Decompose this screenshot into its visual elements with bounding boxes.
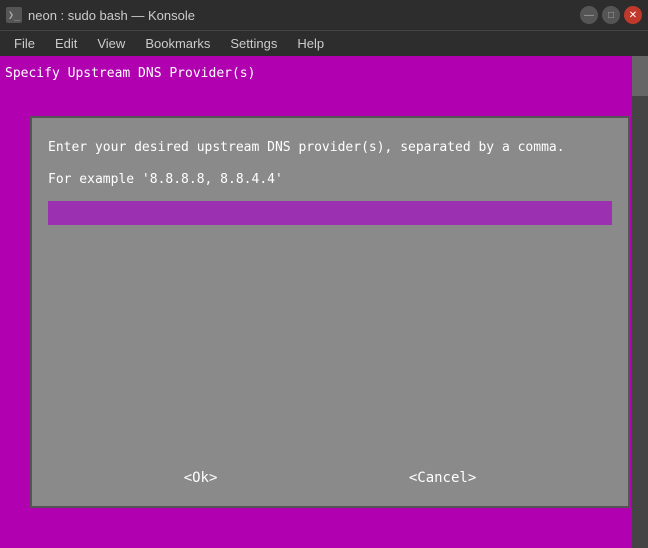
window-title: neon : sudo bash — Konsole: [28, 8, 195, 23]
title-bar-left: ❯_ neon : sudo bash — Konsole: [6, 7, 195, 23]
menu-view[interactable]: View: [87, 34, 135, 53]
title-bar: ❯_ neon : sudo bash — Konsole — □ ✕: [0, 0, 648, 30]
app-icon: ❯_: [6, 7, 22, 23]
dialog-input-wrapper: [48, 201, 612, 225]
terminal-area: Specify Upstream DNS Provider(s) Enter y…: [0, 56, 648, 548]
dns-input[interactable]: [48, 201, 612, 225]
menu-bar: File Edit View Bookmarks Settings Help: [0, 30, 648, 56]
menu-settings[interactable]: Settings: [220, 34, 287, 53]
window-controls: — □ ✕: [580, 6, 642, 24]
menu-help[interactable]: Help: [287, 34, 334, 53]
cancel-button[interactable]: <Cancel>: [397, 466, 488, 490]
main-window: ❯_ neon : sudo bash — Konsole — □ ✕ File…: [0, 0, 648, 548]
dialog-text-line1: Enter your desired upstream DNS provider…: [48, 138, 612, 158]
scrollbar-thumb[interactable]: [632, 56, 648, 96]
minimize-button[interactable]: —: [580, 6, 598, 24]
dialog-buttons: <Ok> <Cancel>: [48, 466, 612, 490]
menu-file[interactable]: File: [4, 34, 45, 53]
maximize-button[interactable]: □: [602, 6, 620, 24]
dialog-spacer: [48, 241, 612, 466]
dialog-box: Enter your desired upstream DNS provider…: [30, 116, 630, 508]
menu-edit[interactable]: Edit: [45, 34, 87, 53]
close-button[interactable]: ✕: [624, 6, 642, 24]
terminal-line-1: Specify Upstream DNS Provider(s): [5, 66, 255, 81]
menu-bookmarks[interactable]: Bookmarks: [135, 34, 220, 53]
ok-button[interactable]: <Ok>: [172, 466, 230, 490]
scrollbar-track[interactable]: [632, 56, 648, 548]
dialog-text-line2: For example '8.8.8.8, 8.8.4.4': [48, 170, 612, 190]
